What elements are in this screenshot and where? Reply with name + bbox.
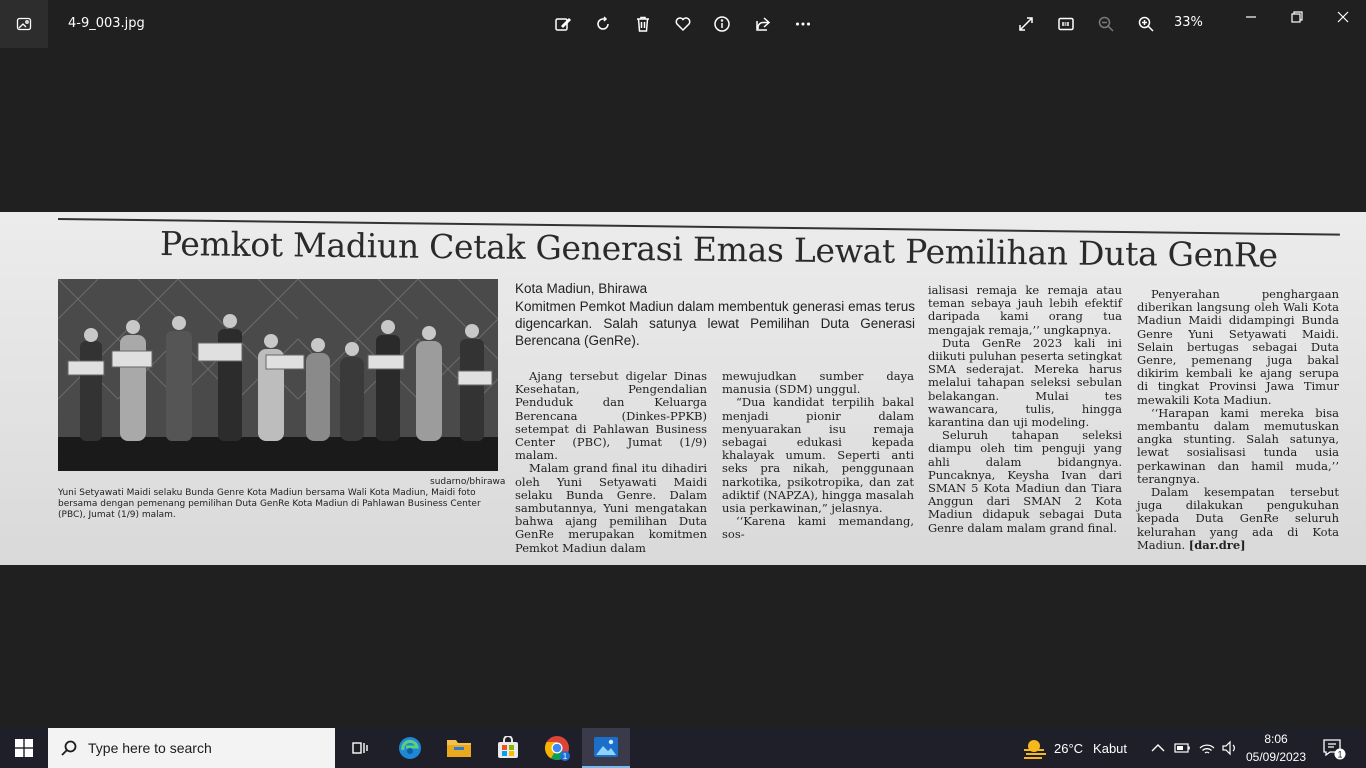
file-name: 4-9_003.jpg [68, 16, 145, 31]
battery-icon [1174, 743, 1190, 753]
paragraph: ialisasi remaja ke remaja atau teman seb… [928, 283, 1122, 337]
article-column-2: mewujudkan sumber daya manusia (SDM) ung… [722, 369, 914, 542]
paragraph: ‘‘Harapan kami mereka bisa membantu dala… [1137, 405, 1339, 486]
chrome-badge: 1 [563, 752, 568, 761]
image-viewer[interactable]: Pemkot Madiun Cetak Generasi Emas Lewat … [0, 48, 1366, 728]
weather-widget[interactable]: 26°C Kabut [1022, 728, 1127, 768]
chrome-app-button[interactable]: 1 [533, 728, 581, 768]
notification-center-button[interactable]: 1 [1322, 738, 1346, 760]
info-icon[interactable] [710, 12, 734, 36]
restore-button[interactable] [1282, 6, 1312, 28]
article-lead: Komitmen Pemkot Madiun dalam membentuk g… [515, 299, 915, 348]
paragraph: Penyerahan penghargaan diberikan langsun… [1137, 287, 1339, 407]
minimize-button[interactable] [1236, 6, 1266, 28]
zoom-out-icon[interactable] [1094, 12, 1118, 36]
edit-image-icon[interactable] [551, 12, 575, 36]
chevron-up-icon [1151, 744, 1165, 752]
paragraph: Ajang tersebut digelar Dinas Kesehatan, … [515, 369, 707, 463]
wifi-icon [1199, 744, 1215, 754]
article-column-1: Ajang tersebut digelar Dinas Kesehatan, … [515, 369, 707, 555]
paragraph: Dalam kesempatan tersebut juga dilakukan… [1137, 485, 1339, 552]
zoom-level[interactable]: 33% [1174, 15, 1203, 30]
paragraph: “Dua kandidat terpilih bakal menjadi pio… [722, 395, 914, 516]
title-bar: 4-9_003.jpg 33% [0, 0, 1366, 48]
photos-icon [594, 737, 618, 757]
more-icon[interactable] [791, 12, 815, 36]
file-explorer-app-button[interactable] [435, 728, 483, 768]
photos-app-window: 4-9_003.jpg 33% Pemkot Madiun Cetak Gene… [0, 0, 1366, 768]
network-tray-button[interactable] [1198, 728, 1216, 768]
share-icon[interactable] [751, 12, 775, 36]
article-column-3: ialisasi remaja ke remaja atau teman seb… [928, 283, 1122, 535]
rotate-icon[interactable] [591, 12, 615, 36]
start-button[interactable] [0, 728, 48, 768]
store-app-button[interactable] [484, 728, 532, 768]
article-column-4: Penyerahan penghargaan diberikan langsun… [1137, 287, 1339, 552]
newspaper-clipping: Pemkot Madiun Cetak Generasi Emas Lewat … [0, 212, 1366, 565]
actual-size-icon[interactable] [1054, 12, 1078, 36]
paragraph: Seluruh tahapan seleksi diampu oleh tim … [928, 428, 1122, 535]
paragraph: Malam grand final itu dihadiri oleh Yuni… [515, 461, 707, 555]
taskbar-search-box[interactable]: Type here to search [48, 728, 335, 768]
photos-app-button[interactable] [582, 728, 630, 768]
notification-count: 1 [1337, 750, 1342, 760]
photos-app-icon[interactable] [0, 0, 48, 48]
article-location: Kota Madiun, Bhirawa [515, 281, 648, 296]
clock-time: 8:06 [1264, 732, 1288, 746]
paragraph: mewujudkan sumber daya manusia (SDM) ung… [722, 369, 914, 397]
chrome-icon: 1 [544, 736, 570, 761]
battery-tray-button[interactable] [1173, 728, 1191, 768]
task-view-button[interactable] [336, 728, 384, 768]
speaker-icon [1222, 740, 1235, 756]
edge-icon [399, 737, 421, 759]
weather-desc: Kabut [1093, 740, 1128, 756]
close-button[interactable] [1328, 6, 1358, 28]
windows-logo-icon [15, 739, 33, 757]
author-signature: [dar.dre] [1188, 537, 1246, 552]
store-icon [498, 736, 518, 758]
task-view-icon [352, 742, 368, 754]
search-icon [61, 740, 77, 756]
photo-backdrop [58, 279, 498, 471]
photo-caption: Yuni Setyawati Maidi selaku Bunda Genre … [58, 488, 481, 520]
notification-icon: 1 [1323, 739, 1346, 760]
edge-app-button[interactable] [386, 728, 434, 768]
fullscreen-icon[interactable] [1014, 12, 1038, 36]
taskbar: Type here to search 1 26°C Kabut 8:06 05… [0, 728, 1366, 768]
clock-date: 05/09/2023 [1245, 750, 1307, 764]
zoom-in-icon[interactable] [1134, 12, 1158, 36]
photo-credit: sudarno/bhirawa [430, 477, 506, 487]
favorite-icon[interactable] [671, 12, 695, 36]
weather-fog-icon [1024, 740, 1046, 759]
taskbar-clock[interactable]: 8:06 05/09/2023 [1245, 730, 1307, 766]
paragraph: ‘‘Karena kami memandang, sos- [722, 514, 914, 542]
volume-tray-button[interactable] [1221, 728, 1239, 768]
article-photo [58, 279, 498, 471]
paragraph: Duta GenRe 2023 kali ini diikuti puluhan… [928, 335, 1122, 430]
weather-temp: 26°C [1054, 740, 1084, 756]
delete-icon[interactable] [631, 12, 655, 36]
file-explorer-icon [447, 740, 471, 757]
show-hidden-icons-button[interactable] [1150, 728, 1166, 768]
search-placeholder: Type here to search [88, 740, 212, 756]
